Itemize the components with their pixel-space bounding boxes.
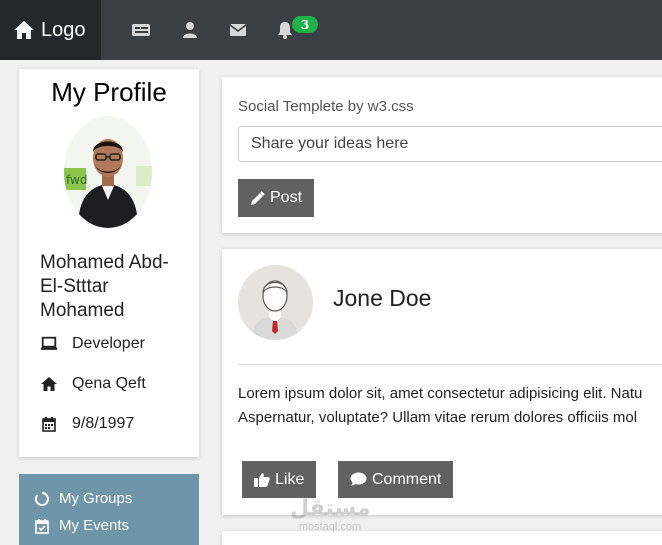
next-post-card (222, 531, 662, 545)
groups-panel: My Groups My Events (19, 474, 199, 545)
post-button[interactable]: Post (238, 179, 315, 217)
pencil-icon (250, 190, 265, 206)
compose-label: Social Templete by w3.css (238, 98, 414, 115)
watermark-latin: mostaql.com (298, 521, 362, 533)
like-button[interactable]: Like (242, 461, 317, 498)
comment-button[interactable]: Comment (338, 461, 454, 498)
post-button-label: Post (270, 189, 303, 206)
comment-icon (350, 472, 367, 487)
envelope-icon[interactable] (228, 20, 248, 40)
watermark: مستقل mostaql.com (290, 496, 371, 534)
my-events-button[interactable]: My Events (34, 517, 129, 534)
profile-birthday: 9/8/1997 (72, 415, 135, 432)
notification-badge: 3 (292, 16, 318, 33)
compose-card: Social Templete by w3.css Post (222, 77, 662, 233)
profile-birthday-row: 9/8/1997 (40, 415, 134, 433)
comment-button-label: Comment (372, 470, 442, 488)
profile-job-row: Developer (40, 335, 145, 353)
top-navbar: Logo 3 (0, 0, 662, 60)
user-icon[interactable] (180, 20, 200, 40)
profile-location-row: Qena Qeft (40, 375, 146, 393)
profile-name: Mohamed Abd-El-Stttar Mohamed (40, 252, 169, 321)
my-events-label: My Events (59, 517, 130, 534)
like-button-label: Like (275, 470, 305, 488)
profile-avatar: fwd (64, 116, 152, 228)
circle-notch-icon (34, 491, 50, 507)
post-author-avatar (238, 265, 313, 340)
post-divider (238, 364, 662, 365)
my-groups-label: My Groups (59, 490, 133, 507)
post-body-line: Aspernatur, voluptate? Ullam vitae rerum… (238, 409, 638, 426)
calendar-icon (40, 415, 58, 433)
post-body: Lorem ipsum dolor sit, amet consectetur … (238, 382, 662, 430)
profile-card: My Profile fwd Mohamed Abd-El-Stttar Moh… (19, 69, 199, 457)
share-ideas-input[interactable] (238, 126, 662, 162)
my-groups-button[interactable]: My Groups (34, 490, 132, 507)
profile-title: My Profile (51, 77, 167, 107)
laptop-icon (40, 335, 58, 353)
news-icon[interactable] (131, 20, 151, 40)
post-card: Jone Doe Lorem ipsum dolor sit, amet con… (222, 249, 662, 515)
logo-label: Logo (41, 18, 86, 41)
logo-link[interactable]: Logo (0, 0, 101, 60)
profile-job: Developer (72, 335, 145, 352)
thumbs-up-icon (254, 472, 270, 487)
watermark-arabic: مستقل (290, 496, 371, 521)
svg-text:fwd: fwd (66, 173, 87, 187)
post-body-line: Lorem ipsum dolor sit, amet consectetur … (238, 385, 643, 402)
profile-location: Qena Qeft (72, 375, 146, 392)
home-icon (40, 375, 58, 393)
home-icon (14, 21, 34, 39)
calendar-check-icon (34, 518, 50, 534)
post-author-name[interactable]: Jone Doe (333, 285, 431, 312)
